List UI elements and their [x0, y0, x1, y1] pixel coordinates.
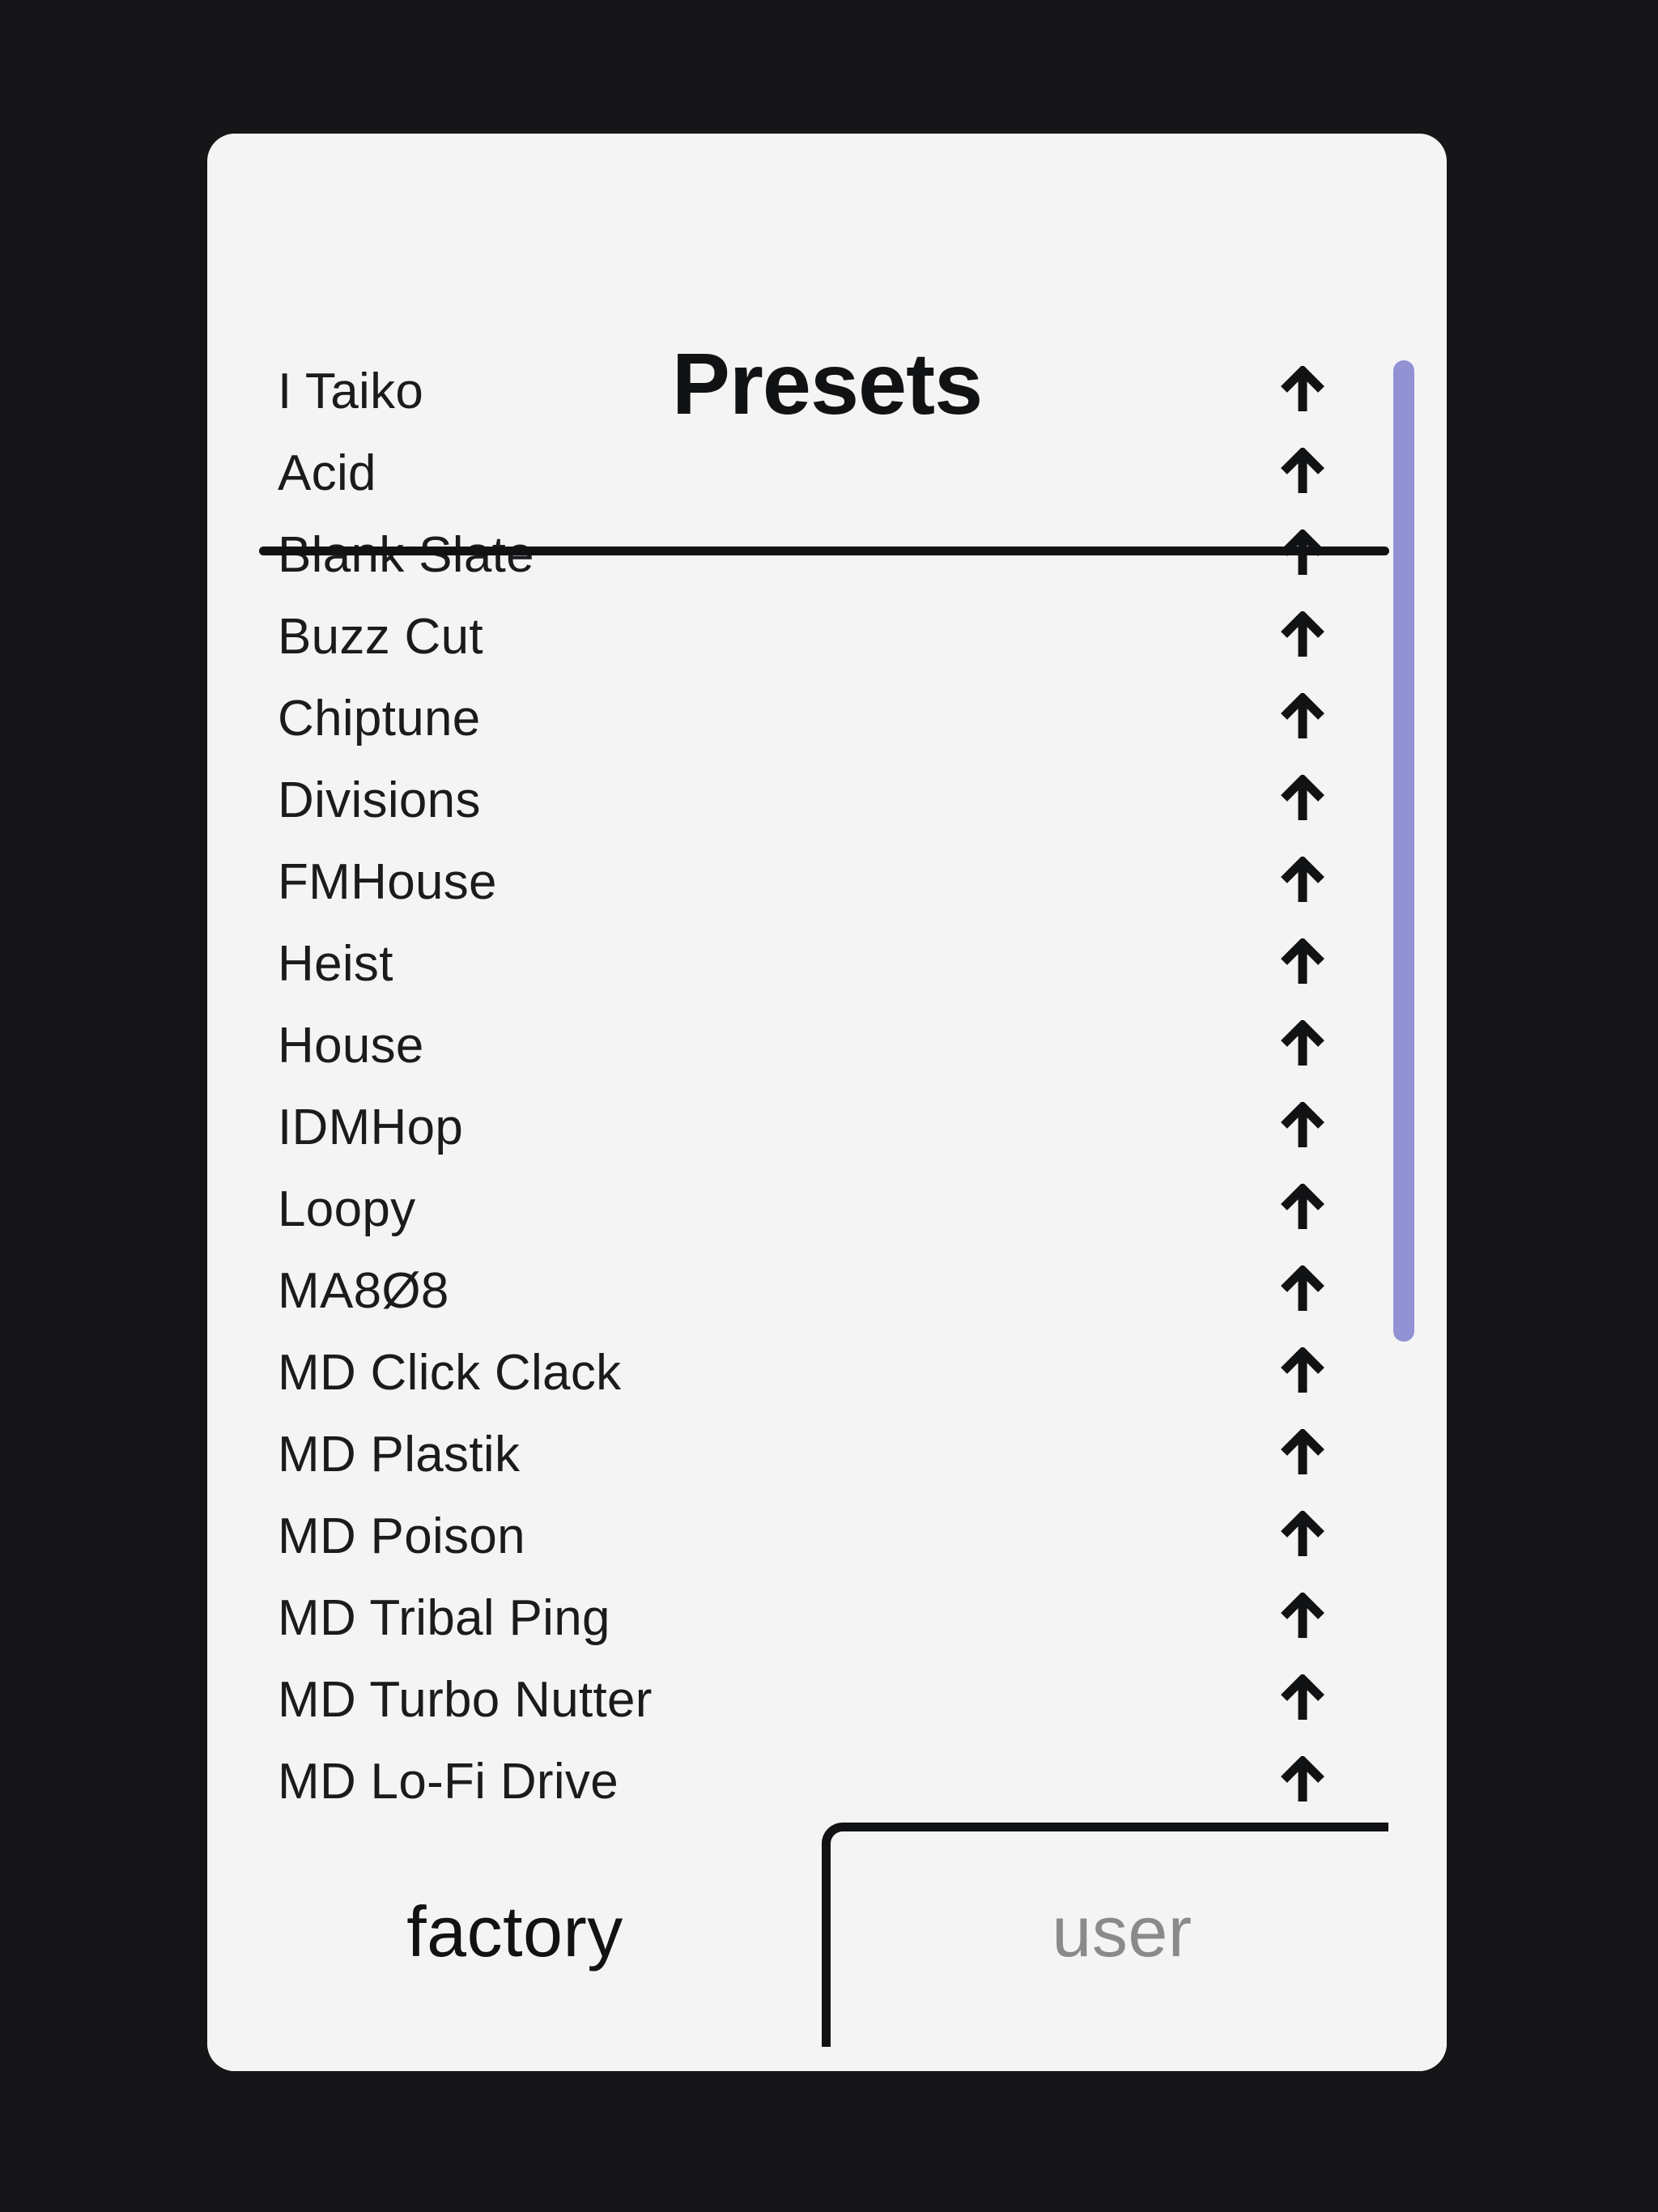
preset-row[interactable]: MD Turbo Nutter [207, 1659, 1447, 1741]
up-arrow-icon[interactable] [1277, 938, 1329, 990]
up-arrow-icon[interactable] [1277, 1510, 1329, 1563]
preset-name: MD Plastik [278, 1426, 521, 1482]
preset-row[interactable]: Loopy [207, 1168, 1447, 1250]
presets-panel: Presets I TaikoAcidBlank SlateBuzz CutCh… [207, 134, 1447, 2071]
preset-name: MD Lo-Fi Drive [278, 1753, 619, 1804]
preset-name: FMHouse [278, 853, 497, 910]
preset-row[interactable]: Heist [207, 923, 1447, 1005]
title-divider [259, 547, 1389, 555]
preset-name: I Taiko [278, 363, 424, 419]
preset-name: House [278, 1017, 424, 1074]
preset-list-viewport[interactable]: I TaikoAcidBlank SlateBuzz CutChiptuneDi… [207, 351, 1447, 1804]
preset-row[interactable]: MD Lo-Fi Drive [207, 1741, 1447, 1804]
preset-name: Loopy [278, 1180, 416, 1237]
up-arrow-icon[interactable] [1277, 365, 1329, 418]
up-arrow-icon[interactable] [1277, 1755, 1329, 1805]
tab-user[interactable]: user [871, 1851, 1373, 2013]
preset-list: I TaikoAcidBlank SlateBuzz CutChiptuneDi… [207, 351, 1447, 1804]
preset-name: MD Tribal Ping [278, 1589, 610, 1646]
preset-row[interactable]: IDMHop [207, 1087, 1447, 1168]
up-arrow-icon[interactable] [1277, 1183, 1329, 1236]
preset-row[interactable]: FMHouse [207, 841, 1447, 923]
preset-row[interactable]: Chiptune [207, 678, 1447, 759]
up-arrow-icon[interactable] [1277, 774, 1329, 827]
preset-row[interactable]: Acid [207, 432, 1447, 514]
tab-factory[interactable]: factory [256, 1851, 774, 2013]
preset-name: Divisions [278, 772, 481, 828]
screen: Presets I TaikoAcidBlank SlateBuzz CutCh… [0, 0, 1658, 2212]
preset-name: Buzz Cut [278, 608, 483, 665]
preset-list-scrollbar-track[interactable] [1393, 351, 1414, 1804]
preset-row[interactable]: MD Click Clack [207, 1332, 1447, 1414]
up-arrow-icon[interactable] [1277, 1019, 1329, 1072]
preset-name: MD Turbo Nutter [278, 1671, 653, 1728]
up-arrow-icon[interactable] [1277, 1265, 1329, 1317]
preset-name: IDMHop [278, 1099, 464, 1155]
preset-list-scrollbar-thumb[interactable] [1393, 360, 1414, 1342]
preset-name: Chiptune [278, 690, 481, 747]
tab-frame-left-cap [822, 2038, 831, 2047]
up-arrow-icon[interactable] [1277, 856, 1329, 908]
preset-row[interactable]: Divisions [207, 759, 1447, 841]
preset-row[interactable]: MD Plastik [207, 1414, 1447, 1495]
preset-name: MD Click Clack [278, 1344, 622, 1401]
up-arrow-icon[interactable] [1277, 610, 1329, 663]
preset-row[interactable]: Buzz Cut [207, 596, 1447, 678]
preset-source-tabbar: factory user [207, 1804, 1447, 2071]
tab-frame-top-cap [1380, 1823, 1388, 1831]
up-arrow-icon[interactable] [1277, 1101, 1329, 1154]
up-arrow-icon[interactable] [1277, 447, 1329, 500]
preset-name: Heist [278, 935, 393, 992]
up-arrow-icon[interactable] [1277, 1674, 1329, 1726]
preset-row[interactable]: MD Tribal Ping [207, 1577, 1447, 1659]
preset-name: MA8Ø8 [278, 1262, 449, 1319]
preset-row[interactable]: House [207, 1005, 1447, 1087]
preset-name: MD Poison [278, 1508, 525, 1564]
up-arrow-icon[interactable] [1277, 692, 1329, 745]
up-arrow-icon[interactable] [1277, 1346, 1329, 1399]
preset-row[interactable]: MA8Ø8 [207, 1250, 1447, 1332]
preset-row[interactable]: I Taiko [207, 351, 1447, 432]
preset-name: Acid [278, 445, 376, 501]
up-arrow-icon[interactable] [1277, 1592, 1329, 1644]
preset-row[interactable]: MD Poison [207, 1495, 1447, 1577]
up-arrow-icon[interactable] [1277, 1428, 1329, 1481]
